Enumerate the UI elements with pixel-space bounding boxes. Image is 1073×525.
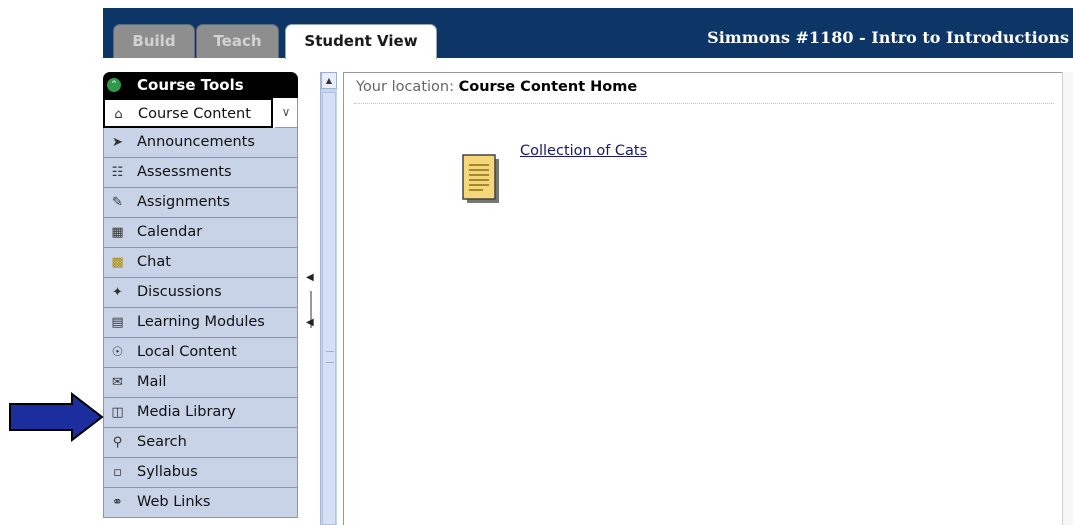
sidebar-item-label: Assessments xyxy=(137,164,232,180)
pointer-arrow-icon xyxy=(9,392,104,442)
sidebar-item-mail[interactable]: ✉ Mail xyxy=(103,368,298,398)
cd-icon: ☉ xyxy=(111,345,124,360)
content-item-link[interactable]: Collection of Cats xyxy=(520,143,647,159)
sidebar-item-media-library[interactable]: ◫ Media Library xyxy=(103,398,298,428)
sidebar-item-local-content[interactable]: ☉ Local Content xyxy=(103,338,298,368)
breadcrumb-prefix: Your location: xyxy=(356,79,454,95)
sidebar-item-label: Chat xyxy=(137,254,171,270)
course-tools-title: Course Tools xyxy=(137,76,244,94)
calendar-icon: ▦ xyxy=(111,225,124,240)
sidebar-item-discussions[interactable]: ✦ Discussions xyxy=(103,278,298,308)
right-frame-edge xyxy=(1062,72,1073,525)
breadcrumb-current: Course Content Home xyxy=(458,79,638,95)
sidebar-item-label: Course Content xyxy=(138,106,251,122)
collapse-left-icon[interactable]: ◀ xyxy=(306,272,314,283)
sidebar-item-label: Discussions xyxy=(137,284,222,300)
sidebar-scrollbar[interactable]: ▲ xyxy=(320,72,337,525)
sidebar-item-label: Search xyxy=(137,434,187,450)
sidebar-item-assignments[interactable]: ✎ Assignments xyxy=(103,188,298,218)
sidebar-item-label: Calendar xyxy=(137,224,203,240)
tab-teach[interactable]: Teach xyxy=(196,24,279,58)
sidebar-item-search[interactable]: ⚲ Search xyxy=(103,428,298,458)
chat-icon: ▩ xyxy=(111,255,124,270)
document-icon[interactable] xyxy=(461,153,501,205)
collapse-left-icon[interactable]: ◀ xyxy=(306,317,314,328)
scroll-up-button[interactable]: ▲ xyxy=(321,72,337,89)
home-icon: ⌂ xyxy=(114,107,123,122)
assessment-icon: ☷ xyxy=(111,165,124,180)
sidebar-item-learning-modules[interactable]: ▤ Learning Modules xyxy=(103,308,298,338)
sidebar-item-assessments[interactable]: ☷ Assessments xyxy=(103,158,298,188)
sidebar-item-label: Announcements xyxy=(137,134,255,150)
scroll-thumb[interactable] xyxy=(322,92,336,525)
content-frame: Your location: Course Content Home Colle… xyxy=(343,72,1073,525)
sidebar-item-label: Media Library xyxy=(137,404,236,420)
sidebar-item-label: Syllabus xyxy=(137,464,198,480)
magnifier-icon: ⚲ xyxy=(112,435,123,450)
envelope-icon: ✉ xyxy=(112,375,123,390)
sidebar-item-syllabus[interactable]: ▫ Syllabus xyxy=(103,458,298,488)
sidebar-item-announcements[interactable]: ➤ Announcements xyxy=(103,128,298,158)
sidebar-item-course-content[interactable]: ⌂ Course Content xyxy=(103,98,273,128)
sidebar-item-chat[interactable]: ▩ Chat xyxy=(103,248,298,278)
sidebar-item-label: Local Content xyxy=(137,344,237,360)
divider xyxy=(354,103,1054,104)
sidebar-item-web-links[interactable]: ⚭ Web Links xyxy=(103,488,298,518)
syllabus-icon: ▫ xyxy=(113,465,122,480)
course-tools-sidebar: ⌃ Course Tools ⌂ Course Content ∨ ➤ Anno… xyxy=(103,72,298,525)
megaphone-icon: ➤ xyxy=(112,135,123,150)
breadcrumb: Your location: Course Content Home xyxy=(356,79,637,95)
sidebar-item-label: Learning Modules xyxy=(137,314,265,330)
course-title: Simmons #1180 - Intro to Introductions xyxy=(707,28,1069,47)
assignment-icon: ✎ xyxy=(112,195,123,210)
sidebar-item-label: Web Links xyxy=(137,494,211,510)
sidebar-item-label: Assignments xyxy=(137,194,230,210)
top-header-bar: Build Teach Student View Simmons #1180 -… xyxy=(103,8,1073,59)
sidebar-item-label: Mail xyxy=(137,374,167,390)
globe-icon: ⚭ xyxy=(112,495,123,510)
chevron-down-icon[interactable]: ∨ xyxy=(275,98,298,128)
tab-student-view[interactable]: Student View xyxy=(285,24,437,59)
scroll-grip xyxy=(326,351,334,363)
panel-splitter[interactable]: ◀ ◀ xyxy=(298,72,320,525)
collapse-icon[interactable]: ⌃ xyxy=(107,78,121,92)
tab-build[interactable]: Build xyxy=(113,24,195,58)
media-icon: ◫ xyxy=(111,405,124,420)
module-icon: ▤ xyxy=(111,315,124,330)
course-tools-header[interactable]: ⌃ Course Tools xyxy=(103,72,298,98)
sidebar-item-calendar[interactable]: ▦ Calendar xyxy=(103,218,298,248)
pushpin-icon: ✦ xyxy=(112,285,123,300)
